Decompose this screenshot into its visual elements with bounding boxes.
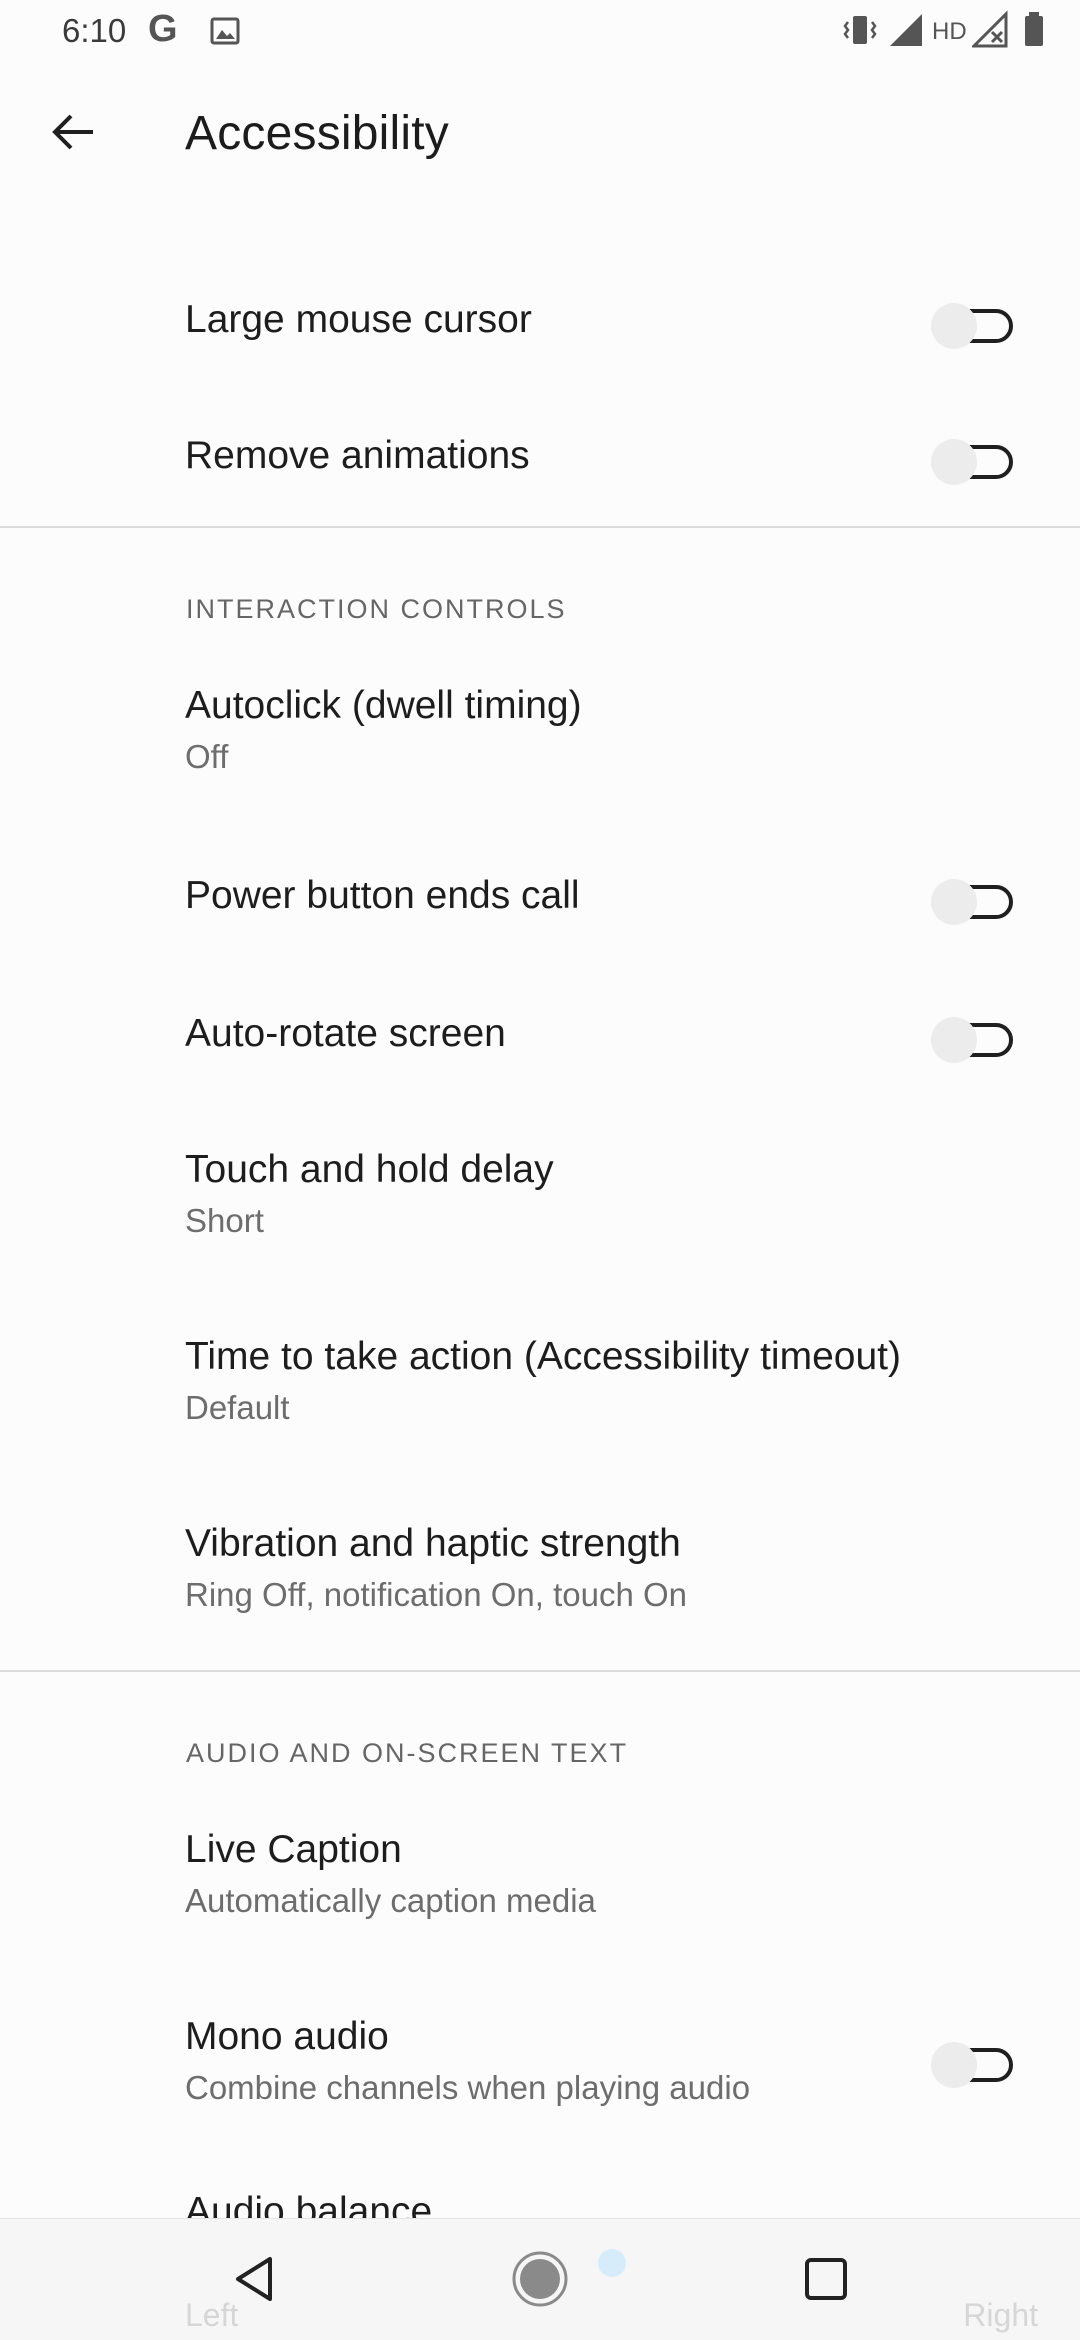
nav-home-button[interactable] [500,2241,580,2321]
setting-auto-rotate-screen[interactable]: Auto-rotate screen [0,998,1080,1088]
divider [0,1670,1080,1672]
section-header-audio-and-on-screen-text: AUDIO AND ON-SCREEN TEXT [186,1738,629,1768]
setting-subtitle: Combine channels when playing audio [185,2069,751,2106]
setting-title: Power button ends call [185,874,580,917]
setting-touch-and-hold-delay[interactable]: Touch and hold delay Short [0,1134,1080,1264]
setting-subtitle: Default [185,1389,290,1426]
navigation-bar: Left Right [0,2218,1080,2340]
home-circle-icon [510,2249,570,2314]
setting-subtitle: Short [185,1202,264,1239]
setting-subtitle: Automatically caption media [185,1882,596,1919]
setting-autoclick[interactable]: Autoclick (dwell timing) Off [0,670,1080,800]
signal-no-data-icon [970,10,1012,55]
google-icon: G [148,8,178,50]
setting-live-caption[interactable]: Live Caption Automatically caption media [0,1814,1080,1944]
signal-icon [888,10,924,55]
audio-balance-right-label: Right [963,2297,1038,2333]
setting-title: Vibration and haptic strength [185,1522,681,1565]
setting-large-mouse-cursor[interactable]: Large mouse cursor [0,280,1080,370]
status-bar: 6:10 G HD [0,0,1080,62]
setting-mono-audio[interactable]: Mono audio Combine channels when playing… [0,2001,1080,2131]
auto-rotate-screen-toggle[interactable] [926,1010,1016,1070]
page-title: Accessibility [185,107,449,160]
section-header-interaction-controls: INTERACTION CONTROLS [186,594,567,624]
setting-title: Time to take action (Accessibility timeo… [185,1335,901,1378]
status-time: 6:10 [62,12,127,49]
large-mouse-cursor-toggle[interactable] [926,296,1016,356]
back-button[interactable] [36,98,108,170]
setting-title: Auto-rotate screen [185,1012,506,1055]
setting-title: Large mouse cursor [185,298,532,341]
setting-subtitle: Off [185,738,229,775]
setting-title: Remove animations [185,434,530,477]
arrow-left-icon [49,112,95,157]
audio-balance-slider-thumb[interactable] [596,2247,628,2284]
setting-remove-animations[interactable]: Remove animations [0,418,1080,508]
divider [0,526,1080,528]
setting-title: Live Caption [185,1828,402,1871]
power-button-ends-call-toggle[interactable] [926,872,1016,932]
setting-title: Autoclick (dwell timing) [185,684,582,727]
setting-accessibility-timeout[interactable]: Time to take action (Accessibility timeo… [0,1321,1080,1451]
setting-title: Touch and hold delay [185,1148,554,1191]
setting-title: Mono audio [185,2015,389,2058]
square-recents-icon [803,2256,849,2307]
remove-animations-toggle[interactable] [926,432,1016,492]
nav-recents-button[interactable] [786,2241,866,2321]
app-bar: Accessibility [0,62,1080,207]
battery-icon [1022,10,1046,55]
nav-back-button[interactable] [214,2241,294,2321]
image-notification-icon [210,16,240,51]
setting-power-button-ends-call[interactable]: Power button ends call [0,860,1080,950]
mono-audio-toggle[interactable] [926,2035,1016,2095]
setting-vibration-haptic-strength[interactable]: Vibration and haptic strength Ring Off, … [0,1508,1080,1638]
vibrate-icon [840,10,880,55]
setting-subtitle: Ring Off, notification On, touch On [185,1576,687,1613]
status-icons: HD [840,10,1080,54]
triangle-back-icon [232,2255,276,2308]
hd-label: HD [932,18,967,45]
